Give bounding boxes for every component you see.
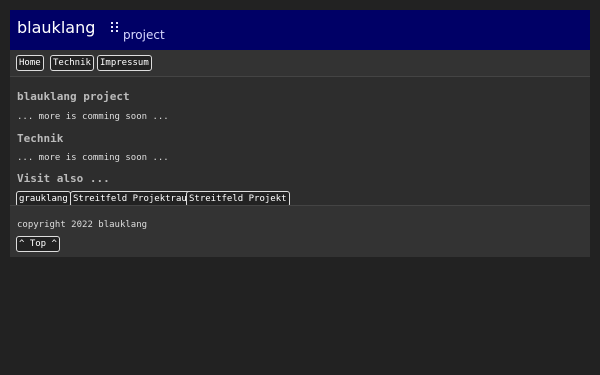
site-subtitle: project bbox=[123, 28, 165, 42]
copyright-text: copyright 2022 blauklang bbox=[17, 220, 148, 230]
site-header: blauklang project bbox=[10, 10, 590, 50]
main-content: blauklang project ... more is comming so… bbox=[10, 76, 590, 207]
page-container: blauklang project Home Technik Impressum… bbox=[10, 10, 590, 257]
section-text-technik: ... more is comming soon ... bbox=[17, 153, 169, 163]
nav-bar: Home Technik Impressum bbox=[10, 50, 590, 76]
section-title-technik: Technik bbox=[17, 132, 64, 145]
site-title: blauklang bbox=[17, 18, 96, 37]
nav-home-button[interactable]: Home bbox=[16, 55, 44, 71]
site-footer: copyright 2022 blauklang ^ Top ^ bbox=[10, 205, 590, 257]
visit-also-heading: Visit also ... bbox=[17, 172, 110, 185]
drag-grip-icon bbox=[111, 22, 121, 32]
section-text-blauklang: ... more is comming soon ... bbox=[17, 112, 169, 122]
back-to-top-button[interactable]: ^ Top ^ bbox=[16, 236, 60, 252]
section-title-blauklang: blauklang project bbox=[17, 90, 130, 103]
nav-technik-button[interactable]: Technik bbox=[50, 55, 94, 71]
nav-impressum-button[interactable]: Impressum bbox=[97, 55, 152, 71]
